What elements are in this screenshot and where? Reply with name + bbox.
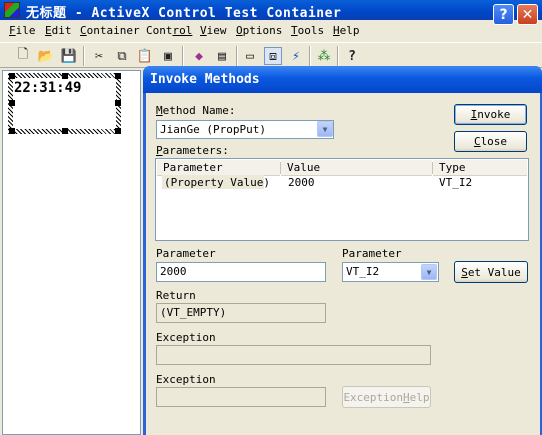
menu-help[interactable]: Help (333, 24, 360, 38)
save-icon[interactable]: 💾 (60, 47, 78, 65)
resize-handle[interactable] (62, 73, 68, 79)
menubar: File Edit Container Control View Options… (0, 20, 542, 40)
exception-field (156, 387, 326, 407)
toolbar-separator (309, 46, 311, 66)
help-icon[interactable]: ? (343, 47, 361, 65)
new-icon[interactable]: 🗋 (14, 47, 32, 65)
toolbar-separator (337, 46, 339, 66)
clock-display[interactable]: 22:31:49 (14, 80, 81, 96)
chevron-down-icon[interactable]: ▼ (421, 264, 437, 280)
app-icon (4, 2, 20, 18)
column-header-parameter[interactable]: Parameter (157, 160, 280, 176)
table-cell-value[interactable]: 2000 (288, 176, 315, 189)
menu-view[interactable]: View (200, 24, 227, 38)
resize-handle[interactable] (9, 128, 15, 134)
resize-handle[interactable] (9, 100, 15, 106)
column-header-value[interactable]: Value (281, 160, 432, 176)
method-name-label: Method Name: (156, 104, 236, 117)
dialog-title-bar[interactable]: Invoke Methods (143, 66, 542, 93)
hierarchy-icon[interactable]: ⁂ (315, 47, 333, 65)
resize-handle[interactable] (115, 128, 121, 134)
parameters-label: Parameters: (156, 144, 229, 157)
events-icon[interactable]: ⧈ (264, 47, 282, 65)
draw-metafile-icon[interactable]: ▭ (241, 47, 259, 65)
menu-options[interactable]: Options (236, 24, 282, 38)
exception-help-button[interactable]: Exception Help (342, 386, 431, 408)
menu-edit[interactable]: Edit (45, 24, 72, 38)
resize-handle[interactable] (62, 128, 68, 134)
open-icon[interactable]: 📂 (37, 47, 55, 65)
menu-tools[interactable]: Tools (291, 24, 324, 38)
method-name-select[interactable]: JianGe (PropPut) (156, 120, 334, 139)
help-question-icon[interactable]: ? (493, 4, 514, 25)
main-title-bar[interactable]: 无标题 - ActiveX Control Test Container (0, 0, 542, 21)
menu-file[interactable]: File (9, 24, 36, 38)
return-label: Return (156, 289, 196, 302)
cut-icon[interactable]: ✂ (90, 47, 108, 65)
invoke-button[interactable]: Invoke (454, 104, 527, 125)
properties-icon[interactable]: ▤ (213, 47, 231, 65)
table-cell-type[interactable]: VT_I2 (439, 176, 472, 189)
resize-handle[interactable] (115, 100, 121, 106)
header-divider[interactable] (280, 162, 281, 174)
set-value-button[interactable]: Set Value (454, 261, 528, 283)
toolbar-separator (236, 46, 238, 66)
parameter-value-input[interactable]: 2000 (156, 262, 326, 282)
column-header-type[interactable]: Type (433, 160, 527, 176)
resize-handle[interactable] (115, 73, 121, 79)
parameter-type-label: Parameter (342, 247, 402, 260)
app-title: 无标题 - ActiveX Control Test Container (26, 6, 342, 21)
insert-control-icon[interactable]: ▣ (159, 47, 177, 65)
invoke-methods-icon[interactable]: ◆ (190, 47, 208, 65)
paste-icon[interactable]: 📋 (136, 47, 154, 65)
toolbar: 🗋 📂 💾 ✂ ⧉ 📋 ▣ ◆ ▤ ▭ ⧈ ⚡ ⁂ ? (0, 42, 542, 68)
table-cell-parameter[interactable]: (Property Value) (164, 176, 270, 189)
copy-icon[interactable]: ⧉ (113, 47, 131, 65)
menu-control[interactable]: Control (146, 24, 192, 38)
exception-field (156, 345, 431, 365)
resize-handle[interactable] (9, 73, 15, 79)
toolbar-separator (182, 46, 184, 66)
event-log-icon[interactable]: ⚡ (287, 47, 305, 65)
menu-container[interactable]: Container (80, 24, 140, 38)
exception-label: Exception (156, 331, 216, 344)
exception-label: Exception (156, 373, 216, 386)
toolbar-separator (83, 46, 85, 66)
header-divider[interactable] (432, 162, 433, 174)
close-button[interactable]: Close (454, 131, 527, 152)
parameter-value-label: Parameter (156, 247, 216, 260)
close-icon[interactable]: ✕ (517, 4, 538, 25)
chevron-down-icon[interactable]: ▼ (317, 121, 333, 137)
return-value-field: (VT_EMPTY) (156, 303, 326, 323)
dialog-title: Invoke Methods (150, 72, 260, 87)
